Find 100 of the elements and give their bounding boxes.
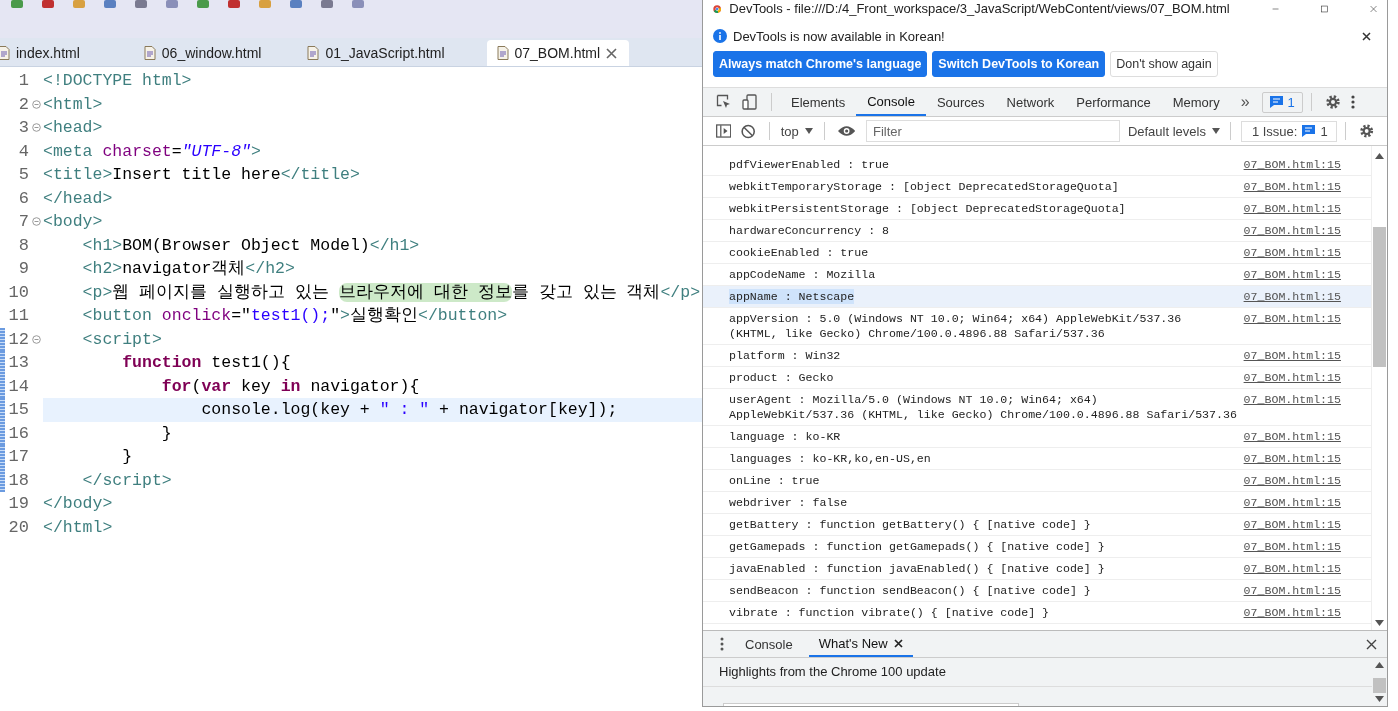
- editor-tab[interactable]: 01_JavaScript.html: [303, 40, 457, 66]
- source-link[interactable]: 07_BOM.html:15: [1243, 429, 1341, 444]
- close-icon[interactable]: [893, 638, 903, 648]
- panel-tab[interactable]: Network: [995, 88, 1066, 116]
- infobar-button[interactable]: Don't show again: [1110, 51, 1218, 77]
- toolbar-icon[interactable]: [227, 0, 241, 9]
- message-text: (KHTML, like Gecko) Chrome/100.0.4896.88 Safari/537.36: [729, 326, 1105, 341]
- code-line: <html>: [43, 93, 104, 116]
- message-text: hardwareConcurrency : 8: [729, 223, 890, 238]
- issues-badge[interactable]: 1: [1261, 91, 1303, 113]
- scroll-up-icon[interactable]: [1375, 153, 1384, 159]
- message-text: getBattery : function getBattery() { [native code] }: [729, 517, 1091, 532]
- fold-icon[interactable]: [31, 123, 41, 133]
- source-link[interactable]: 07_BOM.html:15: [1243, 451, 1341, 466]
- editor-tab[interactable]: 07_BOM.html: [486, 40, 630, 66]
- code-line: </html>: [43, 516, 114, 539]
- source-link[interactable]: 07_BOM.html:15: [1243, 583, 1341, 598]
- source-link[interactable]: 07_BOM.html:15: [1243, 561, 1341, 576]
- infobar-button[interactable]: Switch DevTools to Korean: [932, 51, 1106, 77]
- infobar-button[interactable]: Always match Chrome's language: [713, 51, 928, 77]
- toolbar-icon[interactable]: [10, 0, 24, 9]
- fold-icon[interactable]: [31, 217, 41, 227]
- source-link[interactable]: 07_BOM.html:15: [1243, 473, 1341, 488]
- source-link[interactable]: 07_BOM.html:15: [1243, 223, 1341, 238]
- panel-tab[interactable]: Sources: [925, 88, 996, 116]
- fold-icon[interactable]: [31, 334, 41, 344]
- issues-count: 1: [1320, 123, 1328, 139]
- source-link[interactable]: 07_BOM.html:15: [1243, 370, 1341, 385]
- editor-tab[interactable]: index.html: [0, 40, 92, 66]
- close-icon[interactable]: [1366, 638, 1377, 650]
- message-text: javaEnabled : function javaEnabled() { [native code] }: [729, 561, 1105, 576]
- line-number: 6: [17, 188, 29, 208]
- line-number: 16: [7, 423, 29, 443]
- kebab-menu-icon[interactable]: [720, 637, 724, 651]
- code-line: for(var key in navigator){: [160, 375, 421, 398]
- context-dropdown[interactable]: top: [777, 117, 816, 145]
- source-link[interactable]: 07_BOM.html:15: [1243, 245, 1341, 260]
- line-number: 1: [17, 71, 29, 91]
- line-number: 10: [7, 282, 29, 302]
- levels-dropdown[interactable]: Default levels: [1119, 117, 1222, 145]
- caret-icon: [1211, 128, 1220, 134]
- more-tabs-button[interactable]: »: [1230, 88, 1260, 116]
- source-link[interactable]: 07_BOM.html:15: [1243, 517, 1341, 532]
- code-line: <button onclick="test1();">실행확인</button>: [81, 305, 509, 327]
- line-number: 13: [7, 353, 29, 373]
- source-link[interactable]: 07_BOM.html:15: [1243, 201, 1341, 216]
- toolbar-icon[interactable]: [103, 0, 117, 9]
- source-link[interactable]: 07_BOM.html:15: [1243, 392, 1341, 407]
- source-link[interactable]: 07_BOM.html:15: [1243, 311, 1341, 326]
- toolbar-icon[interactable]: [289, 0, 303, 9]
- source-link[interactable]: 07_BOM.html:15: [1243, 179, 1341, 194]
- code-line: <head>: [43, 117, 104, 139]
- toolbar-icon[interactable]: [134, 0, 148, 9]
- issues-label: 1 Issue:: [1251, 123, 1298, 139]
- drawer-tab[interactable]: Console: [735, 631, 803, 657]
- scroll-down-icon[interactable]: [1375, 620, 1384, 626]
- settings-icon[interactable]: [1324, 94, 1341, 110]
- scrollbar[interactable]: [1371, 146, 1387, 630]
- filter-field[interactable]: Filter: [866, 120, 1120, 142]
- source-link[interactable]: 07_BOM.html:15: [1243, 267, 1341, 282]
- source-link[interactable]: 07_BOM.html:15: [1243, 348, 1341, 363]
- code-line: <!DOCTYPE html>: [43, 70, 193, 92]
- editor-tab[interactable]: 06_window.html: [139, 40, 274, 66]
- maximize-icon[interactable]: [1320, 2, 1328, 15]
- panel-tab[interactable]: Memory: [1161, 88, 1231, 116]
- toolbar-icon[interactable]: [196, 0, 210, 9]
- source-link[interactable]: 07_BOM.html:15: [1243, 157, 1341, 172]
- toolbar-icon[interactable]: [165, 0, 179, 9]
- toolbar-icon[interactable]: [320, 0, 334, 9]
- panel-tab[interactable]: Console: [856, 88, 926, 116]
- toolbar-icon[interactable]: [351, 0, 365, 9]
- message-icon: [1269, 96, 1283, 108]
- message-text: product : Gecko: [729, 370, 834, 385]
- line-number: 5: [17, 165, 29, 185]
- message-text: languages : ko-KR,ko,en-US,en: [729, 451, 931, 466]
- sidebar-icon[interactable]: [716, 124, 732, 138]
- clear-icon[interactable]: [741, 123, 756, 139]
- issues-button[interactable]: 1 Issue: 1: [1240, 120, 1337, 142]
- device-icon[interactable]: [742, 94, 758, 110]
- panel-tab[interactable]: Elements: [780, 88, 857, 116]
- scroll-thumb[interactable]: [1373, 678, 1386, 693]
- info-message: DevTools is now available in Korean!: [733, 28, 946, 44]
- message-text: webkitTemporaryStorage : [object DeprecatedStorageQuota]: [729, 179, 1119, 194]
- panel-tab[interactable]: Performance: [1065, 88, 1162, 116]
- scroll-down-icon[interactable]: [1375, 696, 1384, 702]
- close-icon[interactable]: [1362, 31, 1371, 41]
- kebab-menu-icon[interactable]: [1350, 94, 1355, 110]
- source-link[interactable]: 07_BOM.html:15: [1243, 289, 1341, 304]
- source-link[interactable]: 07_BOM.html:15: [1243, 495, 1341, 510]
- inspect-icon[interactable]: [716, 94, 732, 110]
- source-link[interactable]: 07_BOM.html:15: [1243, 539, 1341, 554]
- message-text: userAgent : Mozilla/5.0 (Windows NT 10.0; Win64; x64): [729, 392, 1098, 407]
- line-number: 2: [17, 94, 29, 114]
- source-link[interactable]: 07_BOM.html:15: [1243, 605, 1341, 620]
- scroll-up-icon[interactable]: [1375, 662, 1384, 668]
- toolbar-icon[interactable]: [41, 0, 55, 9]
- eye-icon[interactable]: [837, 125, 855, 137]
- fold-icon[interactable]: [31, 99, 41, 109]
- settings-icon[interactable]: [1358, 123, 1374, 139]
- scroll-thumb[interactable]: [1373, 227, 1386, 367]
